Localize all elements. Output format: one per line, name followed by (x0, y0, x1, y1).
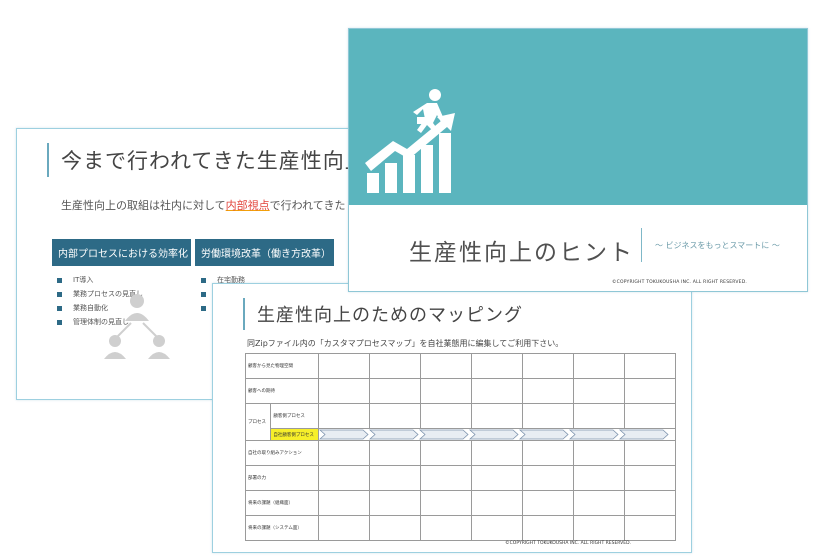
row-label: 将来の課題（システム面） (245, 515, 319, 541)
title-divider (641, 228, 642, 262)
slide1-intro: 生産性向上の取組は社内に対して内部視点で行われてきた (61, 197, 345, 213)
slide-mapping: 生産性向上のためのマッピング 同Zipファイル内の「カスタマプロセスマップ」を自… (212, 283, 692, 553)
title-accent-bar (47, 143, 49, 177)
people-network-icon (104, 294, 170, 359)
table-row: 自社の取り組みアクション (245, 440, 676, 466)
cover-subtitle: ～ ビジネスをもっとスマートに ～ (655, 241, 780, 250)
row-label: 顧客側プロセス (270, 403, 319, 429)
row-label-highlighted: 自社顧客側プロセス (270, 428, 319, 441)
table-row: 将来の課題（組織面） (245, 490, 676, 516)
cover-title: 生産性向上のヒント (409, 240, 634, 266)
row-label: 部署の力 (245, 465, 319, 491)
slide3-title: 生産性向上のためのマッピング (257, 305, 523, 326)
list-item: IT導入 (57, 275, 143, 289)
process-arrows (318, 428, 676, 441)
slide3-note: 同Zipファイル内の「カスタマプロセスマップ」を自社業態用に編集してご利用下さい… (247, 339, 564, 348)
copyright: ©COPYRIGHT TOKUKOUSHA INC. ALL RIGHT RES… (611, 280, 747, 285)
row-label: 顧客から見た物理空間 (245, 353, 319, 379)
intro-text-before: 生産性向上の取組は社内に対して (61, 199, 226, 212)
header-work-reform: 労働環境改革（働き方改革） (195, 239, 334, 266)
process-map-table: 顧客から見た物理空間 顧客への期待 プロセス 顧客側プロセス 自社顧客側プロセス (244, 353, 676, 541)
title-accent-bar (243, 298, 245, 330)
row-label: 自社の取り組みアクション (245, 440, 319, 466)
table-row: 自社顧客側プロセス (246, 428, 676, 441)
table-row: 部署の力 (245, 465, 676, 491)
row-label: 顧客への期待 (245, 378, 319, 404)
intro-text-after: で行われてきた (269, 199, 346, 212)
row-label: 将来の課題（組織面） (245, 490, 319, 516)
table-row: 将来の課題（システム面） (245, 515, 676, 541)
growth-chart-runner-icon (365, 89, 455, 193)
copyright: ©COPYRIGHT TOKUKOUSHA INC. ALL RIGHT RES… (505, 541, 631, 546)
table-row: プロセス 顧客側プロセス (244, 403, 676, 441)
table-row: 顧客から見た物理空間 (245, 353, 676, 379)
header-internal-process: 内部プロセスにおける効率化 (52, 239, 191, 266)
slide-cover: 生産性向上のヒント ～ ビジネスをもっとスマートに ～ ©COPYRIGHT T… (348, 28, 808, 292)
table-row: 顧客への期待 (245, 378, 676, 404)
intro-highlight: 内部視点 (225, 199, 270, 212)
row-group-label: プロセス (244, 403, 272, 441)
